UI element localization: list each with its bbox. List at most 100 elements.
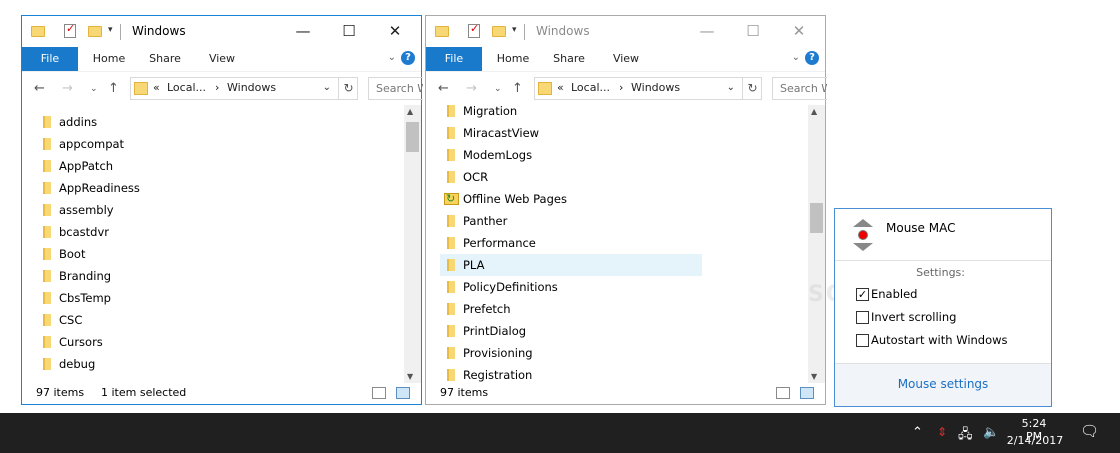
scroll-down-icon[interactable]: ▼ — [811, 372, 817, 381]
properties-icon[interactable] — [64, 22, 76, 38]
scroll-thumb[interactable] — [406, 122, 419, 152]
autostart-checkbox[interactable] — [856, 334, 869, 347]
mouse-mac-tray-icon[interactable]: ⇕ — [937, 425, 947, 439]
list-item[interactable]: PolicyDefinitions — [440, 276, 702, 298]
show-hidden-icons-icon[interactable]: ⌃ — [912, 425, 923, 440]
list-item[interactable]: Branding — [36, 265, 298, 287]
vertical-scrollbar[interactable]: ▲ ▼ — [808, 105, 825, 383]
details-view-icon[interactable] — [776, 387, 790, 399]
list-item[interactable]: AppReadiness — [36, 177, 298, 199]
breadcrumb-overflow[interactable]: « — [557, 81, 564, 94]
maximize-button[interactable]: ☐ — [730, 16, 776, 47]
recent-locations-icon[interactable]: ⌄ — [494, 84, 502, 94]
list-item[interactable]: CbsTemp — [36, 287, 298, 309]
list-item[interactable]: CSC — [36, 309, 298, 331]
list-item[interactable]: addins — [36, 111, 298, 133]
list-item[interactable]: PrintDialog — [440, 320, 702, 342]
list-item[interactable]: Cursors — [36, 331, 298, 353]
quick-access-dropdown-icon[interactable]: ▾ — [108, 25, 113, 35]
list-item[interactable]: Panther — [440, 210, 702, 232]
list-item[interactable]: appcompat — [36, 133, 298, 155]
list-item[interactable]: Performance — [440, 232, 702, 254]
title-bar[interactable]: ▾ Windows — ☐ ✕ — [22, 16, 421, 47]
help-icon[interactable]: ? — [805, 51, 819, 65]
network-icon[interactable]: 🖧 — [958, 425, 973, 447]
mouse-settings-link[interactable]: Mouse settings — [835, 377, 1051, 391]
breadcrumb-overflow[interactable]: « — [153, 81, 160, 94]
new-folder-icon[interactable] — [88, 26, 102, 37]
volume-icon[interactable]: 🔈 — [983, 425, 999, 440]
scroll-down-icon[interactable]: ▼ — [407, 372, 413, 381]
list-item[interactable]: bcastdvr — [36, 221, 298, 243]
search-input[interactable]: Search Windows — [772, 77, 827, 100]
option-label[interactable]: Enabled — [871, 287, 917, 301]
address-bar[interactable]: « Local... › Windows ⌄ — [534, 77, 762, 100]
tab-share[interactable]: Share — [546, 47, 592, 71]
list-item[interactable]: assembly — [36, 199, 298, 221]
details-view-icon[interactable] — [372, 387, 386, 399]
breadcrumb-local[interactable]: Local... — [167, 81, 206, 94]
explorer-window-active[interactable]: ▾ Windows — ☐ ✕ File Home Share View ⌄ ?… — [21, 15, 423, 405]
breadcrumb-windows[interactable]: Windows — [631, 81, 680, 94]
quick-access-dropdown-icon[interactable]: ▾ — [512, 25, 517, 35]
close-button[interactable]: ✕ — [776, 16, 822, 47]
search-input[interactable]: Search Windows — [368, 77, 423, 100]
tab-share[interactable]: Share — [142, 47, 188, 71]
vertical-scrollbar[interactable]: ▲ ▼ — [404, 105, 421, 383]
up-button[interactable]: ↑ — [108, 81, 119, 96]
new-folder-icon[interactable] — [492, 26, 506, 37]
breadcrumb-separator[interactable]: › — [215, 81, 219, 94]
list-item[interactable]: Provisioning — [440, 342, 702, 364]
refresh-button[interactable]: ↻ — [338, 77, 358, 100]
clock-date[interactable]: 2/14/2017 — [1006, 434, 1064, 447]
breadcrumb-local[interactable]: Local... — [571, 81, 610, 94]
large-icons-view-icon[interactable] — [800, 387, 814, 399]
action-center-icon[interactable]: 🗨 — [1080, 422, 1099, 440]
list-item[interactable]: Migration — [440, 105, 702, 122]
expand-ribbon-icon[interactable]: ⌄ — [792, 52, 800, 63]
recent-locations-icon[interactable]: ⌄ — [90, 84, 98, 94]
scroll-up-icon[interactable]: ▲ — [811, 107, 817, 116]
address-dropdown-icon[interactable]: ⌄ — [323, 82, 331, 93]
expand-ribbon-icon[interactable]: ⌄ — [388, 52, 396, 63]
breadcrumb-separator[interactable]: › — [619, 81, 623, 94]
list-item[interactable]: OCR — [440, 166, 702, 188]
option-label[interactable]: Autostart with Windows — [871, 333, 1008, 347]
large-icons-view-icon[interactable] — [396, 387, 410, 399]
scroll-up-icon[interactable]: ▲ — [407, 107, 413, 116]
invert-scrolling-checkbox[interactable] — [856, 311, 869, 324]
list-item[interactable]: PLA — [440, 254, 702, 276]
tab-home[interactable]: Home — [84, 47, 134, 71]
help-icon[interactable]: ? — [401, 51, 415, 65]
enabled-checkbox[interactable]: ✓ — [856, 288, 869, 301]
title-bar[interactable]: ▾ Windows — ☐ ✕ — [426, 16, 825, 47]
tab-file[interactable]: File — [426, 47, 482, 71]
tab-view[interactable]: View — [200, 47, 244, 71]
minimize-button[interactable]: — — [280, 16, 326, 47]
option-label[interactable]: Invert scrolling — [871, 310, 956, 324]
properties-icon[interactable] — [468, 22, 480, 38]
forward-button[interactable]: → — [62, 81, 73, 96]
maximize-button[interactable]: ☐ — [326, 16, 372, 47]
address-dropdown-icon[interactable]: ⌄ — [727, 82, 735, 93]
list-item[interactable]: debug — [36, 353, 298, 375]
list-item[interactable]: Prefetch — [440, 298, 702, 320]
refresh-button[interactable]: ↻ — [742, 77, 762, 100]
forward-button[interactable]: → — [466, 81, 477, 96]
list-item[interactable]: Boot — [36, 243, 298, 265]
back-button[interactable]: ← — [34, 81, 45, 96]
breadcrumb-windows[interactable]: Windows — [227, 81, 276, 94]
close-button[interactable]: ✕ — [372, 16, 418, 47]
explorer-window-inactive[interactable]: ▾ Windows — ☐ ✕ File Home Share View ⌄ ?… — [425, 15, 827, 405]
address-bar[interactable]: « Local... › Windows ⌄ — [130, 77, 358, 100]
tab-view[interactable]: View — [604, 47, 648, 71]
up-button[interactable]: ↑ — [512, 81, 523, 96]
list-item[interactable]: MiracastView — [440, 122, 702, 144]
back-button[interactable]: ← — [438, 81, 449, 96]
list-item[interactable]: AppPatch — [36, 155, 298, 177]
scroll-thumb[interactable] — [810, 203, 823, 233]
list-item[interactable]: Offline Web Pages — [440, 188, 702, 210]
list-item[interactable]: ModemLogs — [440, 144, 702, 166]
minimize-button[interactable]: — — [684, 16, 730, 47]
tab-file[interactable]: File — [22, 47, 78, 71]
